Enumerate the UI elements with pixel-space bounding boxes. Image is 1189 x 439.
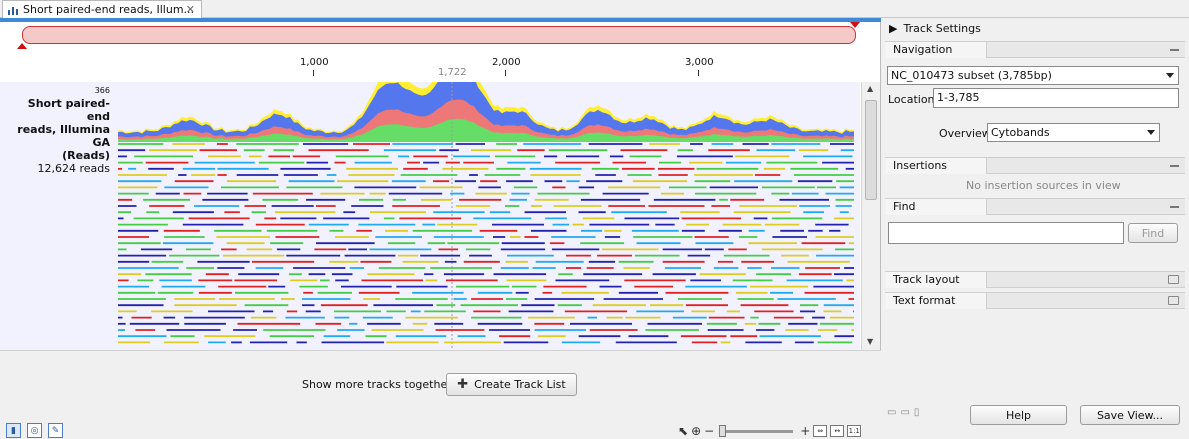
insertions-section-label: Insertions	[885, 158, 987, 174]
track-view-icon[interactable]: ▮	[6, 423, 21, 438]
overview-select[interactable]: Cytobands	[987, 123, 1160, 142]
track-name-line: (Reads)	[62, 149, 110, 162]
position-ruler: 1,000 1,722 2,000 3,000	[0, 52, 881, 80]
location-label: Location:	[888, 93, 939, 106]
zoom-to-fit-icon[interactable]: ↔	[830, 425, 845, 437]
bottom-toolbar: Show more tracks together: ✚ Create Trac…	[0, 350, 881, 438]
collapse-icon[interactable]	[1170, 49, 1179, 51]
show-more-label: Show more tracks together:	[302, 378, 456, 391]
location-input[interactable]: 1-3,785	[933, 88, 1179, 108]
scroll-down-icon[interactable]: ▼	[867, 337, 873, 346]
help-button-label: Help	[1005, 408, 1032, 422]
zoom-slider[interactable]	[719, 424, 794, 437]
zoom-out-icon[interactable]: −	[704, 424, 714, 438]
side-panel: ▶ Track Settings Navigation NC_010473 su…	[883, 18, 1189, 429]
help-button[interactable]: Help	[970, 405, 1067, 425]
navigation-section-label: Navigation	[885, 42, 987, 58]
insertions-section-header[interactable]: Insertions	[885, 157, 1185, 174]
track-layout-section-header[interactable]: Track layout	[885, 271, 1185, 288]
zoom-controls: ⬉ ⊕ − + ⇔ ↔ 1:1	[678, 423, 862, 439]
find-input[interactable]	[888, 222, 1124, 244]
pointer-icon[interactable]: ⬉	[678, 424, 688, 438]
chevron-down-icon	[1166, 73, 1174, 78]
navigation-section-header[interactable]: Navigation	[885, 41, 1185, 58]
tab-bar: Short paired-end reads, Illum... ✕	[0, 0, 1189, 18]
folder-icon[interactable]	[1168, 275, 1179, 284]
save-settings-icon[interactable]: ▯	[914, 407, 920, 418]
tab-title: Short paired-end reads, Illum...	[23, 3, 195, 16]
track-viewer: 1,000 1,722 2,000 3,000 366 Short paired…	[0, 18, 881, 438]
zoom-to-selection-icon[interactable]: ⇔	[813, 425, 828, 437]
collapse-icon[interactable]	[1170, 206, 1179, 208]
track-name-line: reads, Illumina GA	[17, 123, 110, 149]
reads-graphic[interactable]	[118, 82, 854, 350]
create-track-list-button[interactable]: ✚ Create Track List	[446, 373, 577, 396]
table-view-icon[interactable]: ◎	[27, 423, 42, 438]
ruler-tick-label: 1,000	[300, 57, 329, 68]
close-icon[interactable]: ✕	[186, 3, 195, 16]
settings-file-icons: ▭ ▭ ▯	[887, 407, 919, 418]
sequence-select-value: NC_010473 subset (3,785bp)	[891, 69, 1052, 82]
find-button-label: Find	[1141, 226, 1165, 240]
overview-start-marker[interactable]	[17, 43, 27, 49]
folder-icon[interactable]	[1168, 296, 1179, 305]
find-section-header[interactable]: Find	[885, 198, 1185, 215]
text-format-section-header[interactable]: Text format	[885, 292, 1185, 309]
find-button[interactable]: Find	[1128, 223, 1178, 243]
play-icon: ▶	[889, 22, 898, 35]
folder-icon[interactable]: ▭	[887, 407, 896, 418]
zoom-max-icon[interactable]: +	[800, 424, 810, 438]
read-count: 12,624 reads	[37, 162, 111, 175]
zoom-in-icon[interactable]: ⊕	[691, 424, 701, 438]
view-mode-icons: ▮ ◎ ✎	[6, 423, 63, 438]
track-name-line: Short paired-end	[27, 97, 110, 123]
ruler-tick	[505, 70, 506, 76]
vertical-scrollbar[interactable]: ▲ ▼	[861, 82, 880, 350]
side-panel-header[interactable]: ▶ Track Settings	[889, 22, 981, 35]
zoom-one-to-one-icon[interactable]: 1:1	[847, 425, 862, 437]
chevron-down-icon	[1147, 130, 1155, 135]
text-format-section-label: Text format	[885, 293, 987, 309]
find-section-label: Find	[885, 199, 987, 215]
side-panel-title: Track Settings	[903, 22, 981, 35]
track-info: 366 Short paired-end reads, Illumina GA …	[6, 84, 110, 175]
sequence-select[interactable]: NC_010473 subset (3,785bp)	[887, 66, 1179, 85]
save-view-button[interactable]: Save View...	[1080, 405, 1180, 425]
accent-line	[0, 18, 881, 22]
overview-range-bar[interactable]	[22, 26, 856, 44]
ruler-tick	[313, 70, 314, 76]
scroll-thumb[interactable]	[865, 100, 877, 200]
chart-icon	[8, 6, 18, 15]
save-view-button-label: Save View...	[1096, 408, 1164, 422]
ruler-cursor-label: 1,722	[438, 67, 467, 78]
ruler-tick	[698, 70, 699, 76]
folder-icon[interactable]: ▭	[900, 407, 909, 418]
ruler-tick-label: 2,000	[492, 57, 521, 68]
max-coverage-value: 366	[94, 86, 110, 95]
history-view-icon[interactable]: ✎	[48, 423, 63, 438]
overview-select-value: Cytobands	[991, 126, 1050, 139]
create-track-list-label: Create Track List	[474, 378, 566, 391]
overview-label: Overview	[939, 127, 991, 140]
read-track-area[interactable]: 366 Short paired-end reads, Illumina GA …	[0, 82, 860, 350]
scroll-up-icon[interactable]: ▲	[867, 84, 873, 93]
collapse-icon[interactable]	[1170, 165, 1179, 167]
ruler-tick-label: 3,000	[685, 57, 714, 68]
editor-tab[interactable]: Short paired-end reads, Illum... ✕	[2, 0, 202, 18]
track-layout-section-label: Track layout	[885, 272, 987, 288]
insertions-message: No insertion sources in view	[966, 179, 1121, 192]
plus-icon: ✚	[457, 377, 469, 392]
zoom-slider-handle[interactable]	[719, 424, 727, 437]
